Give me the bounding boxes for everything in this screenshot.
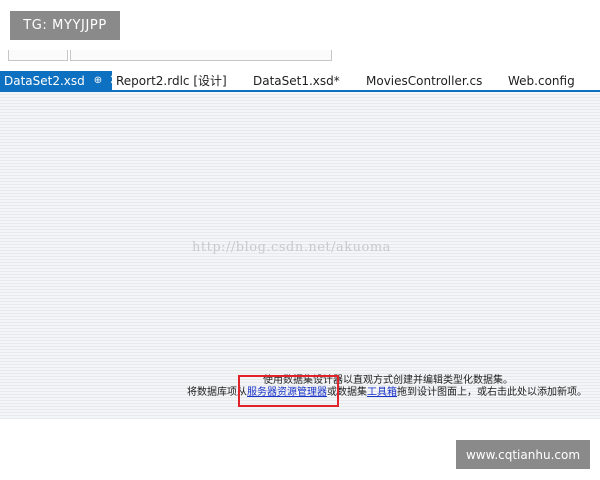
toolbar-combo-2[interactable] <box>70 50 332 61</box>
watermark-top: TG: MYYJJPP <box>10 11 120 40</box>
hint-text-after: 拖到设计图面上，或右击此处以添加新项。 <box>397 387 587 398</box>
tab-label: Web.config <box>508 73 575 88</box>
dataset-designer-surface[interactable] <box>0 92 600 419</box>
tab-report2-rdlc[interactable]: Report2.rdlc [设计] <box>116 71 227 90</box>
tab-web-config[interactable]: Web.config <box>508 71 575 90</box>
watermark-bottom: www.cqtianhu.com <box>456 440 590 469</box>
url-watermark: http://blog.csdn.net/akuoma <box>192 240 391 255</box>
document-tab-row: DataSet2.xsd ⊕ ✕ Report2.rdlc [设计] DataS… <box>0 71 600 90</box>
tab-label: DataSet2.xsd <box>4 73 85 88</box>
tab-label: DataSet1.xsd* <box>253 73 340 88</box>
tab-label: MoviesController.cs <box>366 73 483 88</box>
tab-movies-controller[interactable]: MoviesController.cs <box>366 71 482 90</box>
tab-dataset2-xsd[interactable]: DataSet2.xsd ⊕ ✕ <box>0 71 120 90</box>
pin-icon[interactable]: ⊕ <box>94 75 102 86</box>
toolbar-strip <box>0 50 600 64</box>
tab-dataset1-xsd[interactable]: DataSet1.xsd* <box>253 71 340 90</box>
toolbar-combo-3[interactable] <box>334 50 344 60</box>
tab-label: Report2.rdlc [设计] <box>116 74 227 88</box>
toolbar-combo-1[interactable] <box>8 50 68 61</box>
highlight-box <box>238 375 339 407</box>
toolbox-link[interactable]: 工具箱 <box>367 387 397 398</box>
